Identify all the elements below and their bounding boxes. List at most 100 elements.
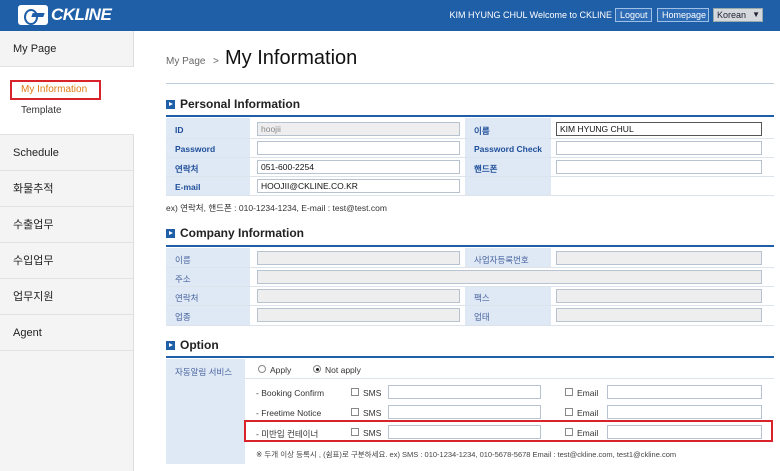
sidebar-item-cargo-tracking[interactable]: 화물추적 bbox=[0, 171, 134, 207]
booking-email-input[interactable] bbox=[607, 385, 762, 399]
name-label: 이름 bbox=[474, 126, 490, 136]
address-field bbox=[257, 270, 762, 284]
row-divider bbox=[166, 305, 774, 306]
sidebar-item-my-page[interactable]: My Page bbox=[0, 31, 134, 67]
language-value: Korean bbox=[717, 10, 747, 20]
breadcrumb-my-page[interactable]: My Page bbox=[166, 56, 205, 67]
type-label: 업종 bbox=[175, 312, 191, 322]
type-field bbox=[257, 308, 460, 322]
name-field[interactable]: KIM HYUNG CHUL bbox=[556, 122, 762, 136]
phone-label: 연락처 bbox=[175, 164, 199, 174]
row-divider bbox=[166, 325, 774, 326]
section-arrow-icon bbox=[166, 340, 175, 350]
sidebar-item-import[interactable]: 수입업무 bbox=[0, 243, 134, 279]
booking-sms-input[interactable] bbox=[388, 385, 541, 399]
booking-confirm-label: - Booking Confirm bbox=[256, 388, 325, 398]
mobile-field[interactable] bbox=[556, 160, 762, 174]
category-field bbox=[556, 308, 762, 322]
sidebar-item-agent[interactable]: Agent bbox=[0, 315, 134, 351]
mobile-label: 핸드폰 bbox=[474, 164, 498, 174]
password-label: Password bbox=[175, 144, 216, 154]
booking-email-checkbox[interactable] bbox=[565, 388, 573, 396]
welcome-text: KIM HYUNG CHUL Welcome to CKLINE bbox=[449, 10, 612, 20]
row-divider bbox=[166, 195, 774, 196]
booking-sms-label: SMS bbox=[363, 388, 382, 398]
row-divider bbox=[166, 157, 774, 158]
sidebar-item-template[interactable]: Template bbox=[21, 105, 62, 116]
sidebar-item-schedule[interactable]: Schedule bbox=[0, 135, 134, 171]
option-section-rule bbox=[166, 356, 774, 358]
password-check-label: Password Check bbox=[474, 144, 543, 154]
option-footnote: ※ 두개 이상 등록시 , (쉼표)로 구분하세요. ex) SMS : 010… bbox=[256, 450, 677, 459]
not-apply-radio[interactable] bbox=[313, 365, 321, 373]
container-email-label: Email bbox=[577, 428, 599, 438]
service-label: 자동알림 서비스 bbox=[175, 367, 233, 377]
freetime-email-checkbox[interactable] bbox=[565, 408, 573, 416]
row-divider bbox=[166, 176, 774, 177]
personal-section-title: Personal Information bbox=[166, 97, 300, 111]
freetime-email-input[interactable] bbox=[607, 405, 762, 419]
container-email-input[interactable] bbox=[607, 425, 762, 439]
email-field[interactable]: HOOJII@CKLINE.CO.KR bbox=[257, 179, 460, 193]
page-title: My Information bbox=[225, 47, 358, 69]
homepage-button[interactable]: Homepage bbox=[657, 8, 709, 22]
sidebar-item-my-information[interactable]: My Information bbox=[10, 80, 101, 100]
container-sms-checkbox[interactable] bbox=[351, 428, 359, 436]
breadcrumb-separator: > bbox=[213, 56, 219, 67]
section-arrow-icon bbox=[166, 99, 175, 109]
logo-text: CKLINE bbox=[51, 5, 112, 24]
sidebar-item-export[interactable]: 수출업무 bbox=[0, 207, 134, 243]
category-label: 업태 bbox=[474, 312, 490, 322]
title-divider bbox=[166, 83, 774, 84]
company-name-label: 이름 bbox=[175, 255, 191, 265]
address-label: 주소 bbox=[175, 274, 191, 284]
apply-radio[interactable] bbox=[258, 365, 266, 373]
not-apply-label: Not apply bbox=[325, 365, 361, 375]
sidebar-submenu: My Information Template bbox=[0, 67, 134, 135]
personal-section-rule bbox=[166, 115, 774, 117]
ckline-logo-icon bbox=[18, 5, 48, 25]
freetime-email-label: Email bbox=[577, 408, 599, 418]
row-divider bbox=[245, 378, 774, 379]
password-check-field[interactable] bbox=[556, 141, 762, 155]
phone-field[interactable]: 051-600-2254 bbox=[257, 160, 460, 174]
booking-email-label: Email bbox=[577, 388, 599, 398]
company-phone-label: 연락처 bbox=[175, 293, 199, 303]
language-select[interactable]: Korean ▼ bbox=[713, 8, 763, 22]
row-divider bbox=[166, 138, 774, 139]
booking-sms-checkbox[interactable] bbox=[351, 388, 359, 396]
row-divider bbox=[166, 286, 774, 287]
freetime-sms-checkbox[interactable] bbox=[351, 408, 359, 416]
freetime-notice-label: - Freetime Notice bbox=[256, 408, 322, 418]
company-section-rule bbox=[166, 245, 774, 247]
company-phone-field bbox=[257, 289, 460, 303]
container-email-checkbox[interactable] bbox=[565, 428, 573, 436]
option-section-title: Option bbox=[166, 338, 219, 352]
fax-field bbox=[556, 289, 762, 303]
password-field[interactable] bbox=[257, 141, 460, 155]
apply-label: Apply bbox=[270, 365, 292, 375]
freetime-sms-label: SMS bbox=[363, 408, 382, 418]
sidebar-item-support[interactable]: 업무지원 bbox=[0, 279, 134, 315]
personal-title-text: Personal Information bbox=[180, 97, 301, 111]
container-sms-input[interactable] bbox=[388, 425, 541, 439]
logout-button[interactable]: Logout bbox=[615, 8, 652, 22]
unloaded-container-label: - 미반입 컨테이너 bbox=[256, 429, 319, 439]
freetime-sms-input[interactable] bbox=[388, 405, 541, 419]
biz-no-label: 사업자등록번호 bbox=[474, 255, 529, 265]
option-title-text: Option bbox=[180, 338, 219, 352]
top-header: CKLINE KIM HYUNG CHUL Welcome to CKLINE … bbox=[0, 0, 780, 31]
row-divider bbox=[166, 267, 774, 268]
logo[interactable]: CKLINE bbox=[18, 3, 112, 27]
sidebar: My Page My Information Template Schedule… bbox=[0, 31, 134, 471]
container-sms-label: SMS bbox=[363, 428, 382, 438]
id-field: hoojii bbox=[257, 122, 460, 136]
email-label: E-mail bbox=[175, 182, 201, 192]
company-section-title: Company Information bbox=[166, 226, 304, 240]
company-title-text: Company Information bbox=[180, 226, 305, 240]
company-name-field bbox=[257, 251, 460, 265]
section-arrow-icon bbox=[166, 228, 175, 238]
personal-hint: ex) 연락처, 핸드폰 : 010-1234-1234, E-mail : t… bbox=[166, 203, 387, 213]
fax-label: 팩스 bbox=[474, 293, 490, 303]
biz-no-field bbox=[556, 251, 762, 265]
